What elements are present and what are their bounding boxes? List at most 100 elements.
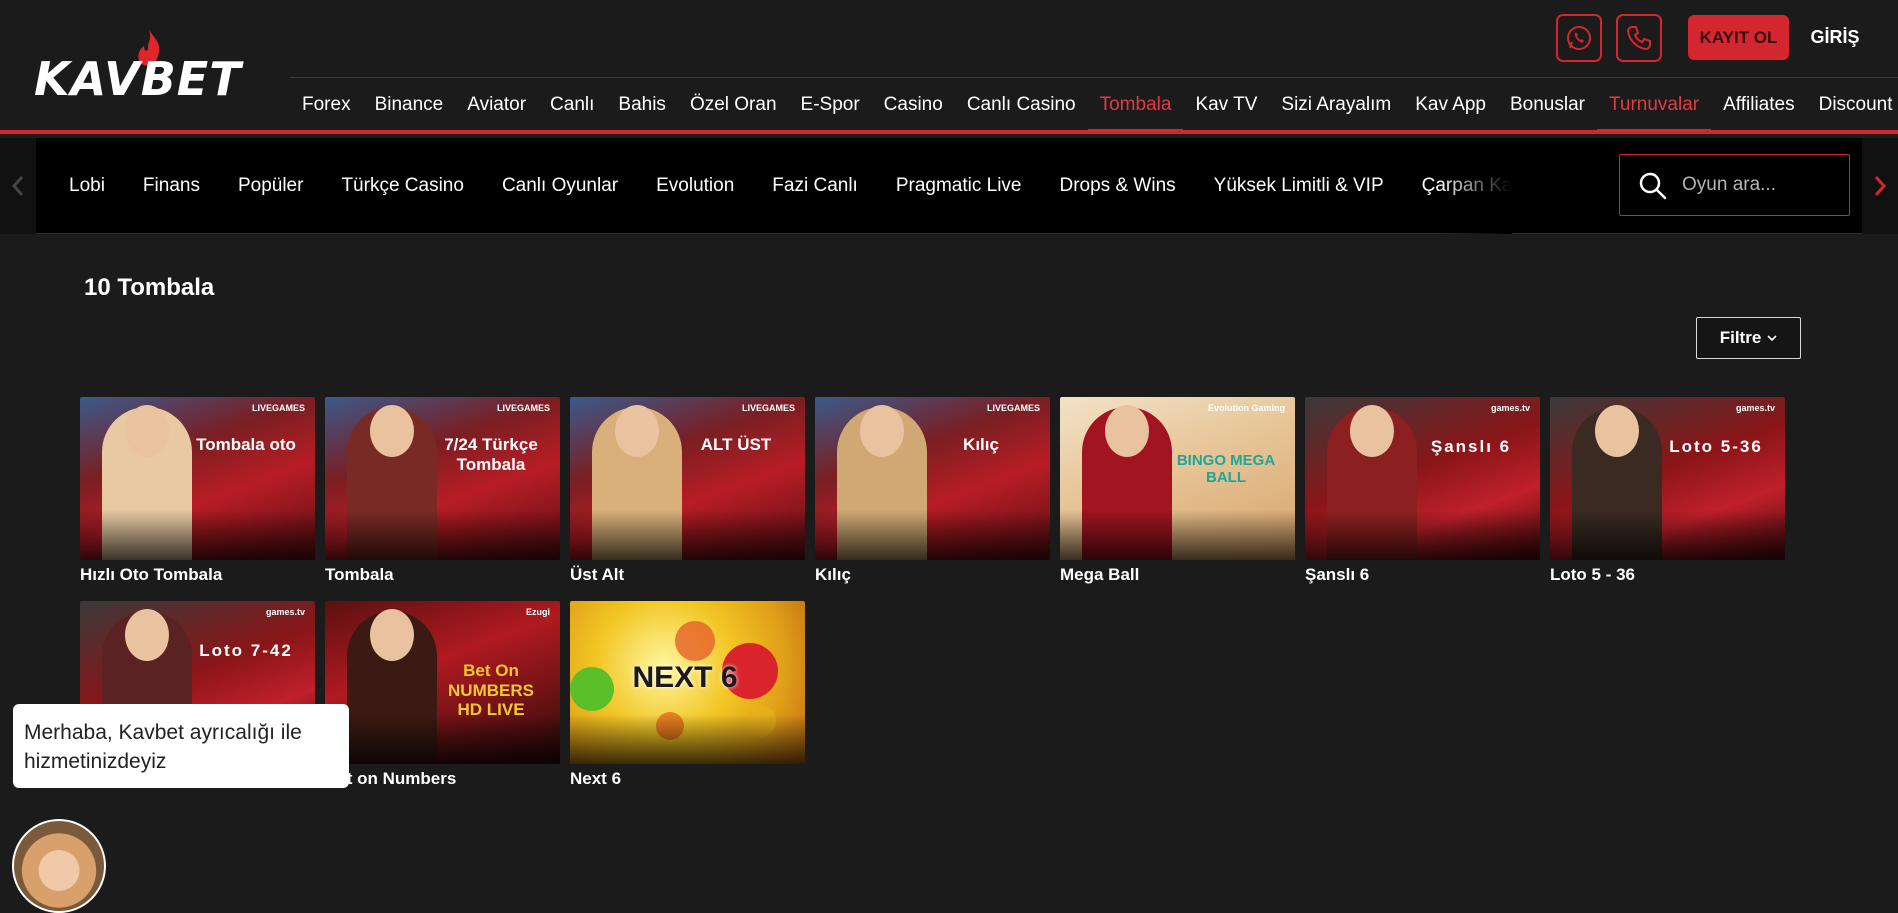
game-art-title: ALT ÜST	[700, 435, 772, 454]
nav-item-9[interactable]: Tombala	[1087, 78, 1184, 133]
game-search[interactable]	[1619, 154, 1850, 216]
game-art-title: Tombala oto	[196, 435, 296, 454]
page-title: 10 Tombala	[84, 274, 215, 301]
nav-item-6[interactable]: E-Spor	[789, 78, 872, 132]
dealer-head	[125, 405, 169, 457]
nav-item-1[interactable]: Binance	[363, 78, 456, 132]
dealer-head	[1350, 405, 1394, 457]
scroll-left-button[interactable]	[0, 138, 36, 234]
game-thumbnail[interactable]: LIVEGAMES Tombala oto	[80, 397, 315, 560]
main-navigation: Forex Binance Aviator Canlı Bahis Özel Oran E-…	[290, 78, 1898, 133]
nav-item-0[interactable]: Forex	[290, 78, 363, 132]
nav-item-12[interactable]: Kav App	[1403, 78, 1498, 132]
category-item-4[interactable]: Canlı Oyunlar	[483, 138, 637, 234]
game-name[interactable]: Üst Alt	[570, 565, 624, 585]
game-name[interactable]: Hızlı Oto Tombala	[80, 565, 222, 585]
nav-item-10[interactable]: Kav TV	[1183, 78, 1269, 132]
category-item-6[interactable]: Fazi Canlı	[753, 138, 877, 234]
thumbnail-shade	[570, 510, 805, 560]
site-header: KAVBET KAYIT OL GİRİŞ Forex Binance Aviato…	[0, 0, 1898, 134]
game-card[interactable]: games.tv Şanslı 6 Şanslı 6	[1305, 397, 1540, 587]
logo-text: KAVBET	[34, 52, 242, 106]
thumbnail-shade	[815, 510, 1050, 560]
phone-icon	[1626, 26, 1651, 51]
game-thumbnail[interactable]: LIVEGAMES Kılıç	[815, 397, 1050, 560]
game-thumbnail[interactable]: games.tv Şanslı 6	[1305, 397, 1540, 560]
game-card[interactable]: Ezugi Bet On NUMBERS HD LIVE Bet on Number…	[325, 601, 560, 791]
game-thumbnail[interactable]: LIVEGAMES ALT ÜST	[570, 397, 805, 560]
nav-item-5[interactable]: Özel Oran	[678, 78, 789, 132]
kavbet-logo[interactable]: KAVBET	[34, 30, 242, 106]
whatsapp-button[interactable]	[1556, 14, 1602, 62]
filter-button[interactable]: Filtre	[1696, 317, 1801, 359]
thumbnail-shade	[1550, 510, 1785, 560]
provider-logo: games.tv	[265, 607, 305, 617]
chat-avatar[interactable]	[12, 819, 106, 913]
game-card[interactable]: NEXT 6 Next 6	[570, 601, 805, 791]
category-item-8[interactable]: Drops & Wins	[1041, 138, 1195, 234]
dealer-head	[1105, 405, 1149, 457]
provider-logo: games.tv	[1735, 403, 1775, 413]
game-thumbnail[interactable]: LIVEGAMES 7/24 Türkçe Tombala	[325, 397, 560, 560]
game-name[interactable]: Next 6	[570, 769, 621, 789]
scroll-right-button[interactable]	[1862, 138, 1898, 234]
nav-item-7[interactable]: Casino	[872, 78, 955, 132]
nav-item-4[interactable]: Bahis	[606, 78, 678, 132]
nav-item-2[interactable]: Aviator	[455, 78, 538, 132]
category-item-7[interactable]: Pragmatic Live	[877, 138, 1041, 234]
provider-logo: games.tv	[1490, 403, 1530, 413]
nav-item-15[interactable]: Affiliates	[1711, 78, 1806, 132]
game-card[interactable]: LIVEGAMES Tombala oto Hızlı Oto Tombala	[80, 397, 315, 587]
game-thumbnail[interactable]: Ezugi Bet On NUMBERS HD LIVE	[325, 601, 560, 764]
category-item-5[interactable]: Evolution	[637, 138, 753, 234]
category-list: Lobi Finans Popüler Türkçe Casino Canlı Oyun…	[50, 138, 1512, 234]
category-item-2[interactable]: Popüler	[219, 138, 323, 234]
nav-item-8[interactable]: Canlı Casino	[955, 78, 1088, 132]
thumbnail-shade	[80, 510, 315, 560]
nav-item-14[interactable]: Turnuvalar	[1597, 78, 1712, 133]
game-card[interactable]: games.tv Loto 5-36 Loto 5 - 36	[1550, 397, 1785, 587]
thumbnail-shade	[325, 714, 560, 764]
dealer-head	[125, 609, 169, 661]
search-input[interactable]	[1682, 155, 1842, 215]
provider-logo: LIVEGAMES	[741, 403, 795, 413]
category-item-1[interactable]: Finans	[124, 138, 219, 234]
game-card[interactable]: LIVEGAMES ALT ÜST Üst Alt	[570, 397, 805, 587]
category-item-3[interactable]: Türkçe Casino	[322, 138, 483, 234]
login-button[interactable]: GİRİŞ	[1800, 15, 1870, 60]
game-name[interactable]: Kılıç	[815, 565, 851, 585]
category-item-9[interactable]: Yüksek Limitli & VIP	[1195, 138, 1403, 234]
dealer-head	[370, 405, 414, 457]
provider-logo: LIVEGAMES	[251, 403, 305, 413]
search-icon	[1639, 172, 1667, 200]
dealer-head	[615, 405, 659, 457]
game-card[interactable]: LIVEGAMES 7/24 Türkçe Tombala Tombala	[325, 397, 560, 587]
game-name[interactable]: Loto 5 - 36	[1550, 565, 1635, 585]
chat-message[interactable]: Merhaba, Kavbet ayrıcalığı ile hizmetini…	[13, 704, 349, 788]
register-button[interactable]: KAYIT OL	[1688, 15, 1789, 60]
game-thumbnail[interactable]: NEXT 6	[570, 601, 805, 764]
chevron-down-icon	[1767, 335, 1777, 342]
game-thumbnail[interactable]: games.tv Loto 5-36	[1550, 397, 1785, 560]
category-item-0[interactable]: Lobi	[50, 138, 124, 234]
thumbnail-shade	[570, 714, 805, 764]
game-name[interactable]: Şanslı 6	[1305, 565, 1369, 585]
game-name[interactable]: Tombala	[325, 565, 394, 585]
chevron-left-icon	[11, 176, 24, 196]
provider-logo: LIVEGAMES	[496, 403, 550, 413]
game-thumbnail[interactable]: Evolution Gaming BINGO MEGA BALL	[1060, 397, 1295, 560]
nav-item-11[interactable]: Sizi Arayalım	[1269, 78, 1403, 132]
game-art-title: Kılıç	[963, 435, 999, 454]
filter-label: Filtre	[1719, 328, 1762, 347]
nav-item-3[interactable]: Canlı	[538, 78, 606, 132]
game-art-title: Şanslı 6	[1430, 437, 1512, 456]
game-art-title: Loto 7-42	[199, 641, 293, 660]
game-card[interactable]: LIVEGAMES Kılıç Kılıç	[815, 397, 1050, 587]
game-name[interactable]: Mega Ball	[1060, 565, 1139, 585]
chevron-right-icon	[1874, 176, 1887, 196]
phone-button[interactable]	[1616, 14, 1662, 62]
game-card[interactable]: Evolution Gaming BINGO MEGA BALL Mega Ball	[1060, 397, 1295, 587]
category-bar: Lobi Finans Popüler Türkçe Casino Canlı Oyun…	[0, 138, 1898, 234]
nav-item-13[interactable]: Bonuslar	[1498, 78, 1597, 132]
nav-item-16[interactable]: Discount	[1807, 78, 1898, 132]
